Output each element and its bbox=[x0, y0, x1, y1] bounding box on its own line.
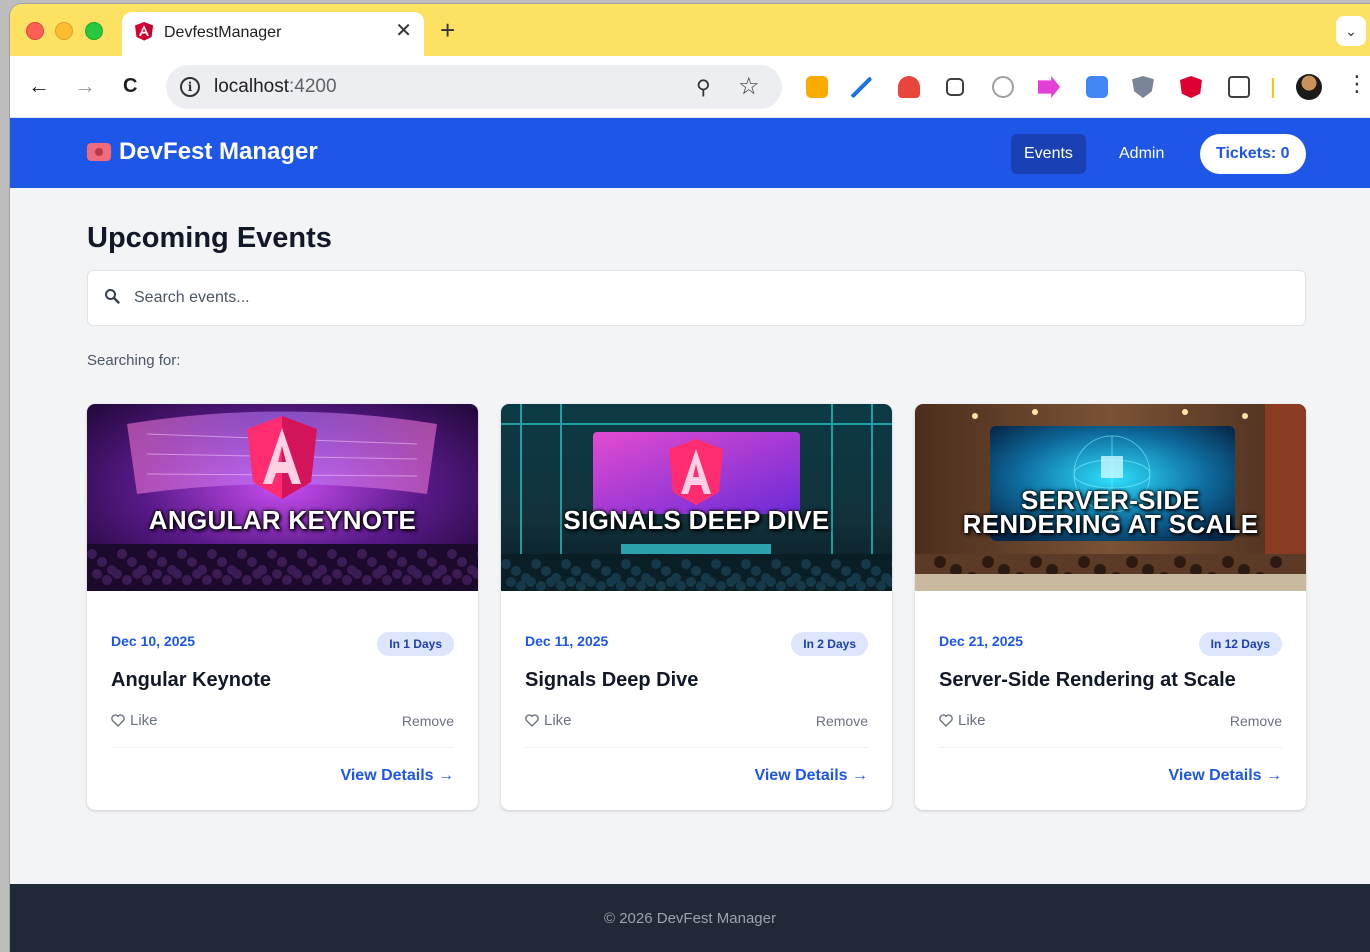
event-image-caption: RENDERING AT SCALE bbox=[962, 509, 1259, 539]
like-label: Like bbox=[544, 712, 572, 729]
event-image-caption-block: SERVER-SIDE RENDERING AT SCALE bbox=[915, 487, 1306, 539]
browser-toolbar: ← → C i localhost:4200 ⚲ ☆ ⋮ bbox=[10, 56, 1370, 118]
site-info-icon[interactable]: i bbox=[180, 77, 200, 97]
event-image-caption-block: ANGULAR KEYNOTE bbox=[87, 505, 478, 535]
toolbar-divider bbox=[1272, 78, 1274, 98]
event-image-caption: SIGNALS DEEP DIVE bbox=[563, 505, 830, 535]
view-details-link[interactable]: View Details → bbox=[1168, 767, 1282, 785]
event-card: SIGNALS DEEP DIVE Dec 11, 2025 In 2 Days… bbox=[501, 404, 892, 810]
back-button[interactable]: ← bbox=[28, 74, 50, 98]
view-details-link[interactable]: View Details → bbox=[340, 767, 454, 785]
like-button[interactable]: Like bbox=[525, 712, 572, 729]
heart-icon bbox=[525, 714, 539, 727]
event-card: SERVER-SIDE RENDERING AT SCALE Dec 21, 20… bbox=[915, 404, 1306, 810]
profile-avatar[interactable] bbox=[1296, 74, 1322, 100]
search-status: Searching for: bbox=[87, 352, 181, 369]
brand[interactable]: DevFest Manager bbox=[87, 138, 318, 166]
nav-events[interactable]: Events bbox=[1011, 134, 1086, 174]
minimize-window-button[interactable] bbox=[55, 22, 73, 40]
heart-icon bbox=[939, 714, 953, 727]
keep-extension-icon[interactable] bbox=[806, 76, 828, 98]
address-bar[interactable]: i localhost:4200 ⚲ ☆ bbox=[166, 65, 782, 109]
heart-icon bbox=[111, 714, 125, 727]
remove-button[interactable]: Remove bbox=[402, 713, 454, 729]
card-divider bbox=[939, 747, 1282, 748]
close-window-button[interactable] bbox=[26, 22, 44, 40]
tab-search-button[interactable]: ⌄ bbox=[1336, 16, 1366, 46]
days-until-badge: In 2 Days bbox=[791, 632, 868, 656]
like-label: Like bbox=[958, 712, 986, 729]
url-port: :4200 bbox=[289, 76, 337, 97]
event-title[interactable]: Server-Side Rendering at Scale bbox=[939, 669, 1236, 692]
browser-window: DevfestManager ✕ + ⌄ ← → C i localhost:4… bbox=[10, 4, 1370, 952]
forward-button[interactable]: → bbox=[74, 74, 96, 98]
event-image-art bbox=[501, 404, 892, 591]
close-tab-icon[interactable]: ✕ bbox=[395, 21, 412, 41]
angular-favicon-icon bbox=[135, 22, 153, 41]
page-title: Upcoming Events bbox=[87, 222, 332, 254]
zoom-icon[interactable]: ⚲ bbox=[696, 75, 711, 100]
event-image-art bbox=[87, 404, 478, 591]
bookmark-star-icon[interactable]: ☆ bbox=[738, 72, 760, 101]
search-input[interactable] bbox=[134, 285, 1284, 311]
event-image[interactable]: SERVER-SIDE RENDERING AT SCALE bbox=[915, 404, 1306, 591]
app-header: DevFest Manager Events Admin Tickets: 0 bbox=[10, 118, 1370, 188]
arrow-extension-icon[interactable] bbox=[1038, 76, 1060, 98]
url-host: localhost bbox=[214, 76, 289, 97]
event-card: ANGULAR KEYNOTE Dec 10, 2025 In 1 Days A… bbox=[87, 404, 478, 810]
card-divider bbox=[111, 747, 454, 748]
like-label: Like bbox=[130, 712, 158, 729]
tab-strip: DevfestManager ✕ + ⌄ bbox=[10, 4, 1370, 56]
event-title[interactable]: Angular Keynote bbox=[111, 669, 271, 692]
target-extension-icon[interactable] bbox=[992, 76, 1014, 98]
like-button[interactable]: Like bbox=[111, 712, 158, 729]
z-extension-icon[interactable] bbox=[946, 78, 964, 96]
remove-button[interactable]: Remove bbox=[816, 713, 868, 729]
translate-extension-icon[interactable] bbox=[1086, 76, 1108, 98]
reload-button[interactable]: C bbox=[123, 74, 137, 98]
pen-extension-icon[interactable] bbox=[850, 76, 872, 98]
card-divider bbox=[525, 747, 868, 748]
browser-menu-icon[interactable]: ⋮ bbox=[1346, 73, 1368, 95]
remove-button[interactable]: Remove bbox=[1230, 713, 1282, 729]
new-tab-button[interactable]: + bbox=[440, 17, 455, 43]
view-details-link[interactable]: View Details → bbox=[754, 767, 868, 785]
event-image-caption-block: SIGNALS DEEP DIVE bbox=[501, 505, 892, 535]
event-date: Dec 21, 2025 bbox=[939, 633, 1024, 649]
network-extension-icon[interactable] bbox=[898, 76, 920, 98]
shield-extension-icon[interactable] bbox=[1132, 76, 1154, 98]
event-image-caption: ANGULAR KEYNOTE bbox=[148, 505, 417, 535]
event-date: Dec 10, 2025 bbox=[111, 633, 196, 649]
like-button[interactable]: Like bbox=[939, 712, 986, 729]
days-until-badge: In 12 Days bbox=[1198, 632, 1282, 656]
browser-tab[interactable]: DevfestManager ✕ bbox=[122, 12, 424, 56]
brand-name: DevFest Manager bbox=[119, 138, 318, 165]
event-title[interactable]: Signals Deep Dive bbox=[525, 669, 698, 692]
event-date: Dec 11, 2025 bbox=[525, 633, 609, 649]
angular-extension-icon[interactable] bbox=[1180, 76, 1202, 98]
url-text[interactable]: localhost:4200 bbox=[214, 76, 337, 98]
tickets-button[interactable]: Tickets: 0 bbox=[1200, 134, 1306, 174]
footer: © 2026 DevFest Manager bbox=[10, 884, 1370, 952]
event-image[interactable]: ANGULAR KEYNOTE bbox=[87, 404, 478, 591]
nav-admin[interactable]: Admin bbox=[1106, 134, 1177, 174]
search-icon bbox=[105, 289, 120, 304]
days-until-badge: In 1 Days bbox=[377, 632, 454, 656]
puzzle-extension-icon[interactable] bbox=[1228, 76, 1250, 98]
maximize-window-button[interactable] bbox=[85, 22, 103, 40]
footer-copyright: © 2026 DevFest Manager bbox=[604, 910, 776, 927]
tab-title: DevfestManager bbox=[164, 24, 282, 41]
ticket-icon bbox=[87, 143, 111, 161]
search-box[interactable] bbox=[87, 270, 1306, 326]
event-image[interactable]: SIGNALS DEEP DIVE bbox=[501, 404, 892, 591]
